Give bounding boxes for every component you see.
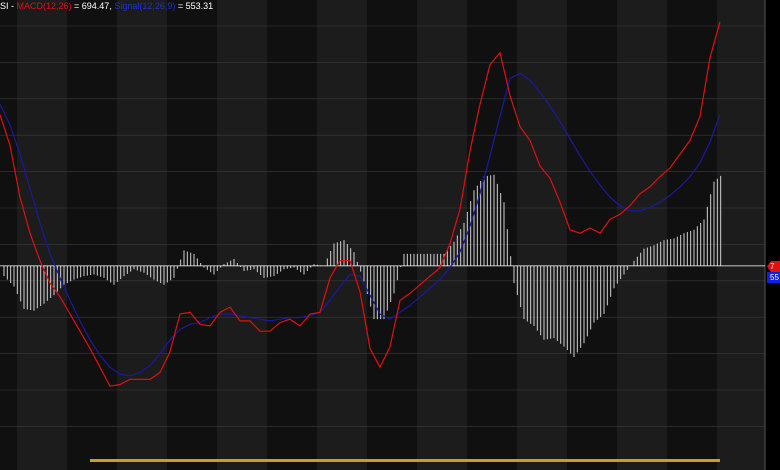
signal-price-tag: 55 (767, 272, 780, 283)
background-band (117, 0, 167, 470)
macd-chart (0, 0, 780, 470)
background-band (517, 0, 567, 470)
background-band (567, 0, 617, 470)
chart-panel: SI - MACD(12,26) = 694.47, Signal(12,26,… (0, 0, 780, 470)
background-band (17, 0, 67, 470)
chart-legend: SI - MACD(12,26) = 694.47, Signal(12,26,… (0, 1, 213, 12)
legend-signal-value: = 553.31 (175, 1, 214, 11)
background-band (217, 0, 267, 470)
background-band (417, 0, 467, 470)
background-band (667, 0, 717, 470)
background-bands (17, 0, 780, 470)
right-axis-area (765, 0, 780, 470)
background-band (67, 0, 117, 470)
background-band (167, 0, 217, 470)
legend-prefix: SI - (0, 1, 17, 11)
legend-macd-value: = 694.47, (71, 1, 115, 11)
background-band (617, 0, 667, 470)
background-band (367, 0, 417, 470)
background-band (717, 0, 767, 470)
legend-signal-label: Signal(12,26,9) (114, 1, 176, 11)
bottom-volume-strip (90, 459, 720, 462)
legend-macd-label: MACD(12,26) (16, 1, 72, 11)
background-band (317, 0, 367, 470)
background-band (267, 0, 317, 470)
